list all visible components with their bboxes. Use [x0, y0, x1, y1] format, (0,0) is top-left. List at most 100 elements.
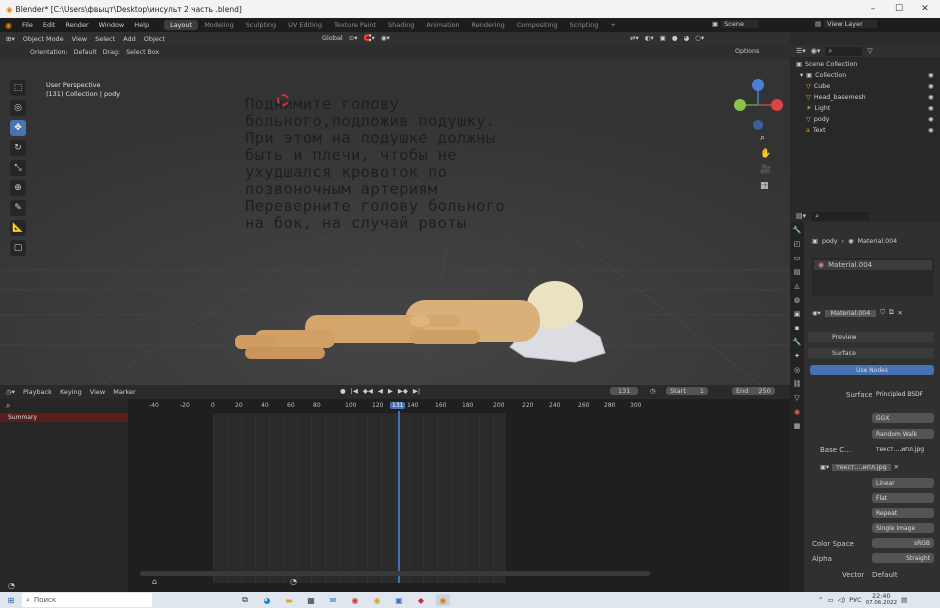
timeline-area[interactable]: ⌕ Summary -40 -20 0 20 40 60 80 100 120 …	[0, 399, 790, 592]
workspace-tab-shading[interactable]: Shading	[382, 20, 420, 30]
task-view-icon[interactable]: ⧉	[238, 594, 252, 606]
mannequin-figure[interactable]	[225, 275, 615, 385]
color-space-selector[interactable]: sRGB	[872, 538, 934, 548]
menu-render[interactable]: Render	[60, 21, 93, 29]
notifications-icon[interactable]: ▤	[901, 596, 907, 604]
texture-tab-icon[interactable]: ▦	[794, 422, 801, 430]
workspace-tab-rendering[interactable]: Rendering	[466, 20, 511, 30]
editor-type-icon[interactable]: ⊞▾	[6, 35, 15, 43]
outliner-search-icon[interactable]: ⌕	[825, 46, 863, 56]
object-tab-icon[interactable]: ▪	[795, 324, 800, 332]
jump-start-icon[interactable]: |◀	[351, 387, 358, 395]
outliner-editor-icon[interactable]: ☰▾	[796, 47, 806, 55]
alpha-mode-selector[interactable]: Straight	[872, 553, 934, 563]
visibility-eye-icon[interactable]: ◉	[928, 94, 934, 101]
outliner-item-light[interactable]: Light	[815, 105, 831, 112]
transform-tool-icon[interactable]: ⊕	[10, 180, 26, 196]
object-mode-selector[interactable]: Object Mode	[23, 35, 64, 43]
visibility-eye-icon[interactable]: ◉	[928, 83, 934, 90]
view-layer-tab-icon[interactable]: ▤	[794, 268, 801, 276]
workspace-tab-scripting[interactable]: Scripting	[564, 20, 605, 30]
scale-tool-icon[interactable]: ⤡	[10, 160, 26, 176]
edge-browser-icon[interactable]: ◕	[260, 594, 274, 606]
surface-panel-header[interactable]: Surface	[832, 350, 856, 357]
record-icon[interactable]: ●	[340, 387, 346, 395]
menu-edit[interactable]: Edit	[38, 21, 61, 29]
distribution-selector[interactable]: GGX	[872, 413, 934, 423]
properties-editor-icon[interactable]: ▤▾	[796, 212, 806, 220]
blender-menu-icon[interactable]: ◉	[0, 21, 17, 30]
file-explorer-icon[interactable]: ▬	[282, 594, 296, 606]
start-frame-field[interactable]: 1	[700, 387, 704, 395]
workspace-tab-layout[interactable]: Layout	[164, 20, 199, 30]
scene-selector[interactable]: Scene	[721, 20, 758, 28]
play-reverse-icon[interactable]: ◀	[378, 387, 383, 395]
chrome-icon[interactable]: ◉	[370, 594, 384, 606]
outliner-item-head[interactable]: Head_basemesh	[814, 94, 866, 101]
windows-start-icon[interactable]: ⊞	[4, 594, 18, 606]
outliner-item-cube[interactable]: Cube	[814, 83, 830, 90]
outliner-display-icon[interactable]: ◉▾	[811, 47, 821, 55]
orientation-selector[interactable]: Default	[74, 49, 97, 56]
keying-menu[interactable]: Keying	[60, 388, 82, 396]
workspace-tab-animation[interactable]: Animation	[420, 20, 465, 30]
material-slot-list[interactable]: ◉ Material.004	[812, 258, 934, 296]
material-slot-name[interactable]: Material.004	[828, 261, 872, 269]
image-unlink-icon[interactable]: ✕	[894, 464, 899, 471]
timeline-view-menu[interactable]: View	[90, 388, 105, 396]
add-menu[interactable]: Add	[123, 35, 136, 43]
view-menu[interactable]: View	[72, 35, 87, 43]
workspace-tab-sculpting[interactable]: Sculpting	[240, 20, 282, 30]
play-icon[interactable]: ▶	[388, 387, 393, 395]
particles-tab-icon[interactable]: ✦	[794, 352, 800, 360]
workspace-tab-uv-editing[interactable]: UV Editing	[282, 20, 328, 30]
camera-view-icon[interactable]: 🎥	[760, 165, 771, 175]
3d-viewport[interactable]: ⬚ ◎ ✥ ↻ ⤡ ⊕ ✎ 📐 ▢ User Perspective (131)…	[0, 45, 790, 385]
language-indicator[interactable]: РУС	[849, 596, 861, 604]
add-cube-tool-icon[interactable]: ▢	[10, 240, 26, 256]
marker-menu[interactable]: Marker	[113, 388, 135, 396]
perspective-toggle-icon[interactable]: ▦	[760, 181, 771, 191]
physics-tab-icon[interactable]: ◎	[794, 366, 800, 374]
prev-keyframe-icon[interactable]: ◆◀	[363, 387, 373, 395]
visibility-eye-icon[interactable]: ◉	[928, 127, 934, 134]
outliner-collection[interactable]: Collection	[815, 72, 846, 79]
rotate-tool-icon[interactable]: ↻	[10, 140, 26, 156]
navigation-gizmo[interactable]	[730, 75, 785, 135]
pan-hand-icon[interactable]: ✋	[760, 149, 771, 159]
snap-icon[interactable]: 🧲▾	[363, 34, 374, 42]
outliner-filter-icon[interactable]: ▽	[867, 47, 872, 55]
end-frame-field[interactable]: 250	[758, 387, 770, 395]
workspace-tab-texture-paint[interactable]: Texture Paint	[328, 20, 382, 30]
clock-date[interactable]: 07.06.2022	[866, 600, 898, 607]
object-menu[interactable]: Object	[144, 35, 165, 43]
pivot-icon[interactable]: ⊙▾	[349, 34, 358, 42]
blender-taskbar-icon[interactable]: ◉	[436, 594, 450, 606]
volume-icon[interactable]: ◁)	[838, 596, 846, 604]
cursor-select-tool-icon[interactable]: ⬚	[10, 80, 26, 96]
extension-selector[interactable]: Repeat	[872, 508, 934, 518]
shading-solid-icon[interactable]: ●	[672, 34, 678, 42]
network-icon[interactable]: ▭	[827, 596, 833, 604]
playhead-frame-label[interactable]: 131	[390, 402, 406, 409]
photos-icon[interactable]: ▣	[392, 594, 406, 606]
current-frame-field[interactable]: 131	[610, 387, 639, 395]
gizmo-toggle-icon[interactable]: ⇄▾	[630, 34, 639, 42]
breadcrumb-material[interactable]: Material.004	[858, 238, 898, 245]
clock-time[interactable]: 22:40	[872, 593, 891, 600]
minimize-button[interactable]: –	[860, 0, 886, 18]
timeline-editor-icon[interactable]: ◷▾	[6, 388, 15, 396]
yandex-browser-icon[interactable]: ◉	[348, 594, 362, 606]
properties-search-icon[interactable]: ⌕	[812, 211, 870, 221]
breadcrumb-object[interactable]: pody	[822, 238, 838, 245]
properties-panel[interactable]: ▤▾ ⌕ 🔧 ◰ ▭ ▤ ◬ ◍ ▣ ▪ 🔧 ✦ ◎ ⛓ ▽ ◉ ▦ ▣ pod…	[790, 210, 940, 592]
playhead-line[interactable]	[398, 411, 400, 583]
subsurface-method-selector[interactable]: Random Walk	[872, 429, 934, 439]
measure-tool-icon[interactable]: 📐	[10, 220, 26, 236]
mail-icon[interactable]: ✉	[326, 594, 340, 606]
timeline-search-icon[interactable]: ⌕	[0, 399, 128, 413]
shading-material-icon[interactable]: ◕	[683, 34, 689, 42]
menu-file[interactable]: File	[17, 21, 38, 29]
surface-shader-selector[interactable]: Principled BSDF	[872, 389, 934, 399]
visibility-eye-icon[interactable]: ◉	[928, 116, 934, 123]
